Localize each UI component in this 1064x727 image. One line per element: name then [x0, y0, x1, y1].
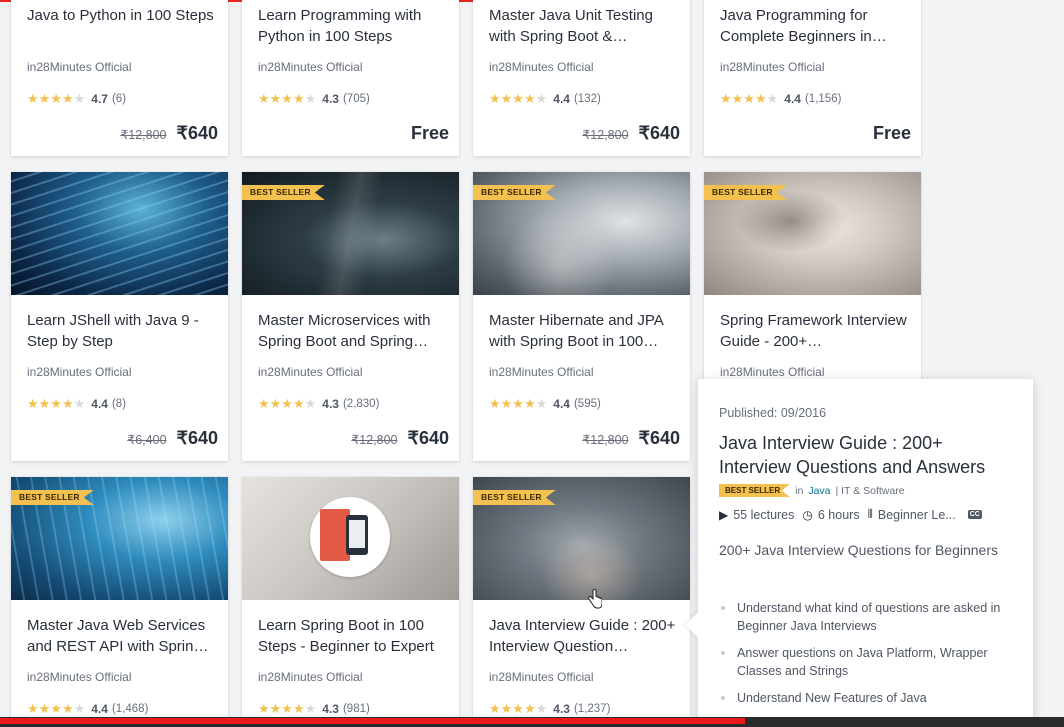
course-card[interactable]: Java Programming for Complete Beginners …: [704, 0, 921, 156]
star-rating-icon: ★★★★★: [27, 396, 86, 411]
course-rating: ★★★★★ 4.7 (6): [27, 91, 127, 106]
course-thumbnail[interactable]: BEST SELLER: [11, 477, 228, 600]
course-thumbnail[interactable]: BEST SELLER: [473, 477, 690, 600]
star-rating-icon: ★★★★★: [258, 91, 317, 106]
course-thumbnail[interactable]: [242, 477, 459, 600]
course-card[interactable]: Learn JShell with Java 9 - Step by Step …: [11, 172, 228, 461]
in-label: in: [795, 484, 804, 497]
course-price: ₹6,400 ₹640: [127, 428, 218, 448]
course-title[interactable]: Master Hibernate and JPA with Spring Boo…: [489, 310, 678, 352]
course-title[interactable]: Master Java Web Services and REST API wi…: [27, 615, 216, 657]
course-stats: ▶ 55 lectures ◷ 6 hours ⦀ Beginner Le... CC: [719, 507, 982, 522]
course-rating: ★★★★★ 4.3 (2,830): [258, 396, 380, 411]
course-title[interactable]: Java Interview Guide : 200+ Interview Qu…: [489, 615, 678, 657]
course-level: Beginner Le...: [877, 507, 956, 522]
level-bars-icon: ⦀: [867, 507, 873, 521]
video-progress-bar[interactable]: [0, 718, 745, 724]
course-title[interactable]: Master Java Unit Testing with Spring Boo…: [489, 5, 678, 47]
lecture-count: 55 lectures: [733, 507, 795, 522]
best-seller-badge: BEST SELLER: [473, 185, 556, 200]
star-rating-icon: ★★★★★: [258, 396, 317, 411]
course-title[interactable]: Learn JShell with Java 9 - Step by Step: [27, 310, 216, 352]
course-price: ₹12,800 ₹640: [351, 428, 449, 448]
hand-cursor-icon: [588, 589, 602, 609]
course-card[interactable]: BEST SELLER Master Microservices with Sp…: [242, 172, 459, 461]
course-author: in28Minutes Official: [720, 365, 825, 379]
star-rating-icon: ★★★★★: [489, 91, 548, 106]
course-rating: ★★★★★ 4.3 (1,237): [489, 701, 611, 716]
course-author: in28Minutes Official: [258, 670, 363, 684]
course-thumbnail[interactable]: BEST SELLER: [473, 172, 690, 295]
objective-item: Understand what kind of questions are as…: [719, 599, 1019, 635]
course-preview-popover: Published: 09/2016 Java Interview Guide …: [685, 379, 1033, 727]
course-title[interactable]: Java Programming for Complete Beginners …: [720, 5, 909, 47]
course-title[interactable]: Learn Programming with Python in 100 Ste…: [258, 5, 447, 47]
course-card[interactable]: BEST SELLER Master Java Web Services and…: [11, 477, 228, 727]
objective-item: Understand New Features of Java: [719, 689, 1019, 707]
course-rating: ★★★★★ 4.3 (705): [258, 91, 370, 106]
published-date: Published: 09/2016: [719, 406, 827, 420]
course-thumbnail[interactable]: BEST SELLER: [242, 172, 459, 295]
course-author: in28Minutes Official: [489, 670, 594, 684]
best-seller-badge: BEST SELLER: [719, 484, 791, 497]
course-rating: ★★★★★ 4.3 (981): [258, 701, 370, 716]
play-circle-icon: ▶: [719, 507, 729, 522]
course-card[interactable]: BEST SELLER Java Interview Guide : 200+ …: [473, 477, 690, 727]
course-author: in28Minutes Official: [489, 60, 594, 74]
course-author: in28Minutes Official: [27, 365, 132, 379]
course-duration: 6 hours: [817, 507, 860, 522]
course-title[interactable]: Java to Python in 100 Steps: [27, 5, 216, 47]
phone-illustration-icon: [310, 497, 390, 577]
course-category-meta: BEST SELLER in Java | IT & Software: [719, 484, 905, 497]
closed-captions-icon: CC: [967, 510, 982, 519]
clock-icon: ◷: [802, 507, 813, 522]
category-link[interactable]: Java: [808, 485, 830, 497]
course-price: Free: [410, 123, 449, 143]
course-author: in28Minutes Official: [258, 365, 363, 379]
star-rating-icon: ★★★★★: [489, 701, 548, 716]
course-rating: ★★★★★ 4.4 (132): [489, 91, 601, 106]
course-card[interactable]: Learn Programming with Python in 100 Ste…: [242, 0, 459, 156]
subcategory-text: | IT & Software: [835, 484, 905, 497]
course-rating: ★★★★★ 4.4 (8): [27, 396, 127, 411]
course-thumbnail[interactable]: BEST SELLER: [704, 172, 921, 295]
star-rating-icon: ★★★★★: [27, 701, 86, 716]
course-title[interactable]: Learn Spring Boot in 100 Steps - Beginne…: [258, 615, 447, 657]
course-price: ₹12,800 ₹640: [582, 123, 680, 143]
star-rating-icon: ★★★★★: [720, 91, 779, 106]
best-seller-badge: BEST SELLER: [473, 490, 556, 505]
course-card[interactable]: BEST SELLER Master Hibernate and JPA wit…: [473, 172, 690, 461]
course-card[interactable]: Java to Python in 100 Steps in28Minutes …: [11, 0, 228, 156]
star-rating-icon: ★★★★★: [27, 91, 86, 106]
course-rating: ★★★★★ 4.4 (595): [489, 396, 601, 411]
popover-course-title[interactable]: Java Interview Guide : 200+ Interview Qu…: [719, 431, 1019, 479]
course-title[interactable]: Spring Framework Interview Guide - 200+…: [720, 310, 909, 352]
course-thumbnail[interactable]: [11, 172, 228, 295]
course-author: in28Minutes Official: [258, 60, 363, 74]
course-price: ₹12,800 ₹640: [120, 123, 218, 143]
course-grid-page: Java to Python in 100 Steps in28Minutes …: [0, 0, 1064, 727]
course-price: ₹12,800 ₹640: [582, 428, 680, 448]
course-author: in28Minutes Official: [27, 60, 132, 74]
course-rating: ★★★★★ 4.4 (1,468): [27, 701, 149, 716]
best-seller-badge: BEST SELLER: [242, 185, 325, 200]
star-rating-icon: ★★★★★: [489, 396, 548, 411]
course-description: 200+ Java Interview Questions for Beginn…: [719, 542, 998, 558]
star-rating-icon: ★★★★★: [258, 701, 317, 716]
course-card[interactable]: Master Java Unit Testing with Spring Boo…: [473, 0, 690, 156]
course-author: in28Minutes Official: [27, 670, 132, 684]
course-price: Free: [872, 123, 911, 143]
course-author: in28Minutes Official: [720, 60, 825, 74]
course-rating: ★★★★★ 4.4 (1,156): [720, 91, 842, 106]
best-seller-badge: BEST SELLER: [11, 490, 94, 505]
learning-objectives: Understand what kind of questions are as…: [719, 599, 1019, 716]
course-title[interactable]: Master Microservices with Spring Boot an…: [258, 310, 447, 352]
course-author: in28Minutes Official: [489, 365, 594, 379]
objective-item: Answer questions on Java Platform, Wrapp…: [719, 644, 1019, 680]
course-card[interactable]: Learn Spring Boot in 100 Steps - Beginne…: [242, 477, 459, 727]
best-seller-badge: BEST SELLER: [704, 185, 787, 200]
